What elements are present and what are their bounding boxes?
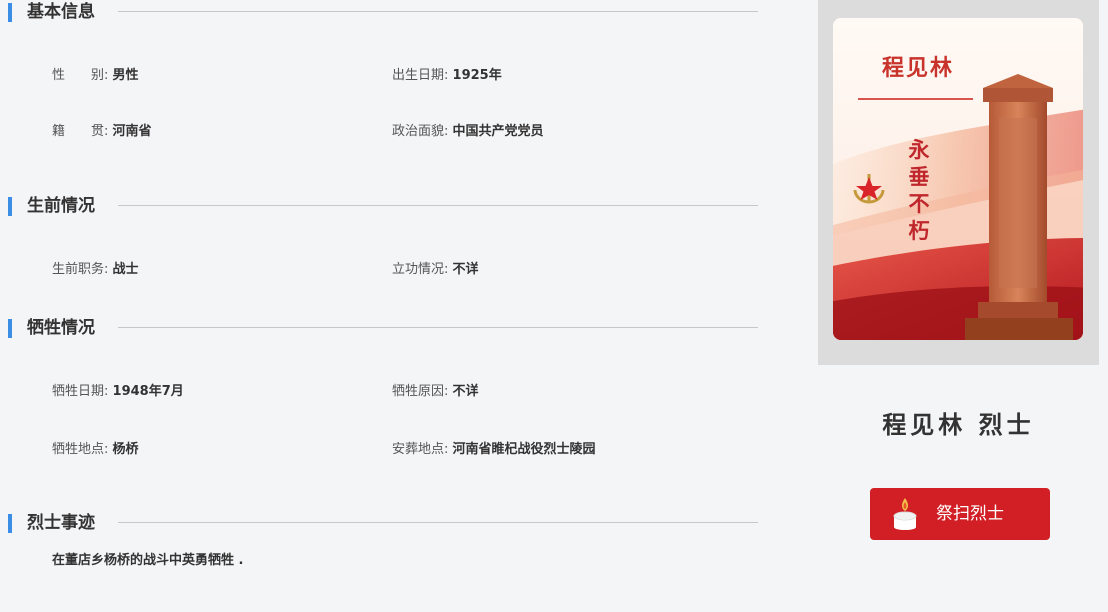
info-row: 生前职务: 战士 立功情况: 不详 — [52, 260, 742, 280]
field-label: 安葬地点: — [392, 442, 449, 457]
field-value: 1948年7月 — [112, 384, 184, 399]
section-header: 生前情况 — [8, 194, 758, 218]
field-birth-date: 出生日期: 1925年 — [392, 66, 502, 86]
section-basic-info: 基本信息 — [8, 0, 758, 24]
field-value: 男性 — [112, 68, 139, 83]
section-divider — [118, 327, 758, 328]
section-title: 生前情况 — [27, 196, 95, 216]
poster-underline — [858, 98, 973, 100]
tribute-button[interactable]: 祭扫烈士 — [870, 488, 1050, 540]
section-title: 基本信息 — [27, 2, 95, 22]
deeds-text: 在董店乡杨桥的战斗中英勇牺牲 . — [52, 553, 244, 568]
field-value: 不详 — [452, 262, 479, 277]
field-value: 河南省 — [112, 124, 152, 139]
candle-icon — [893, 498, 917, 530]
field-label: 政治面貌: — [392, 124, 449, 139]
memorial-photo-frame: 程见林 永垂不朽 — [818, 0, 1099, 365]
info-row: 籍 贯: 河南省 政治面貌: 中国共产党党员 — [52, 122, 742, 142]
section-title: 烈士事迹 — [27, 513, 95, 533]
section-deeds: 烈士事迹 — [8, 511, 758, 535]
field-label: 立功情况: — [392, 262, 449, 277]
field-sacrifice-reason: 牺牲原因: 不详 — [392, 382, 479, 402]
section-divider — [118, 205, 758, 206]
section-header: 烈士事迹 — [8, 511, 758, 535]
field-label: 牺牲日期: — [52, 384, 109, 399]
section-accent-bar — [8, 3, 12, 22]
info-row: 牺牲地点: 杨桥 安葬地点: 河南省睢杞战役烈士陵园 — [52, 440, 742, 460]
section-header: 基本信息 — [8, 0, 758, 24]
section-divider — [118, 11, 758, 12]
field-value: 杨桥 — [112, 442, 139, 457]
field-value: 河南省睢杞战役烈士陵园 — [452, 442, 596, 457]
section-divider — [118, 522, 758, 523]
field-political-status: 政治面貌: 中国共产党党员 — [392, 122, 544, 142]
field-label: 性 别: — [52, 68, 109, 83]
field-label: 生前职务: — [52, 262, 109, 277]
info-row: 牺牲日期: 1948年7月 牺牲原因: 不详 — [52, 382, 742, 402]
field-duty: 生前职务: 战士 — [52, 260, 139, 280]
field-value: 1925年 — [452, 68, 502, 83]
field-sacrifice-place: 牺牲地点: 杨桥 — [52, 440, 139, 460]
field-label: 出生日期: — [392, 68, 449, 83]
field-label: 牺牲原因: — [392, 384, 449, 399]
section-accent-bar — [8, 197, 12, 216]
section-sacrifice: 牺牲情况 — [8, 316, 758, 340]
field-sacrifice-date: 牺牲日期: 1948年7月 — [52, 382, 184, 402]
section-accent-bar — [8, 319, 12, 338]
martyr-name-title: 程见林 烈士 — [882, 411, 1035, 439]
memorial-poster: 程见林 永垂不朽 — [833, 18, 1083, 340]
field-label: 籍 贯: — [52, 124, 109, 139]
section-header: 牺牲情况 — [8, 316, 758, 340]
section-title: 牺牲情况 — [27, 318, 95, 338]
field-gender: 性 别: 男性 — [52, 66, 139, 86]
poster-name: 程见林 — [881, 55, 954, 81]
field-value: 战士 — [112, 262, 139, 277]
section-accent-bar — [8, 514, 12, 533]
navy-star-anchor-icon — [853, 174, 885, 204]
field-merit: 立功情况: 不详 — [392, 260, 479, 280]
info-row: 性 别: 男性 出生日期: 1925年 — [52, 66, 742, 86]
field-value: 中国共产党党员 — [452, 124, 544, 139]
field-burial-place: 安葬地点: 河南省睢杞战役烈士陵园 — [392, 440, 596, 460]
poster-motto: 永垂不朽 — [908, 137, 930, 243]
field-label: 牺牲地点: — [52, 442, 109, 457]
section-life: 生前情况 — [8, 194, 758, 218]
field-value: 不详 — [452, 384, 479, 399]
field-native-place: 籍 贯: 河南省 — [52, 122, 152, 142]
tribute-button-label: 祭扫烈士 — [936, 504, 1004, 524]
